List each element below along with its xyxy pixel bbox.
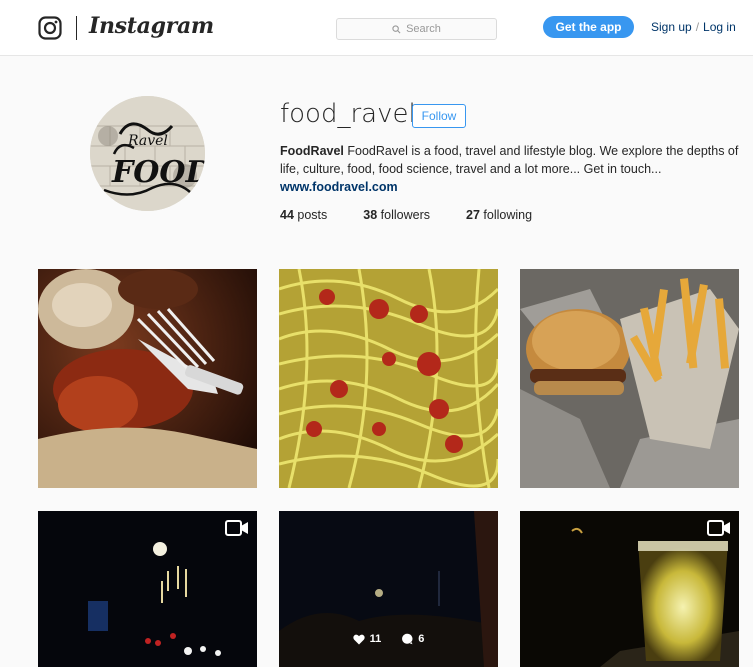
posts-count: 44 xyxy=(280,208,294,222)
video-camera-icon xyxy=(225,520,248,536)
profile-bio: FoodRavel FoodRavel is a food, travel an… xyxy=(280,142,740,196)
profile-website-link[interactable]: www.foodravel.com xyxy=(280,178,740,196)
post-tile-noodles[interactable] xyxy=(279,269,498,488)
stat-posts: 44 posts xyxy=(280,208,327,222)
auth-links: Sign up / Log in xyxy=(651,20,736,34)
heart-icon xyxy=(352,634,365,644)
profile-stats: 44 posts 38 followers 27 following xyxy=(280,208,568,222)
following-label: following xyxy=(483,208,533,222)
foodravel-logo: Ravel FOOD xyxy=(90,96,205,211)
profile-username: food_ravel xyxy=(280,99,416,129)
post-tile-beer-glass[interactable] xyxy=(520,511,739,667)
profile-full-name: FoodRavel xyxy=(280,144,344,158)
followers-count: 38 xyxy=(363,208,378,222)
posts-label: posts xyxy=(297,208,328,222)
get-the-app-button[interactable]: Get the app xyxy=(543,16,634,38)
top-nav: Instagram Search Get the app Sign up / Log… xyxy=(0,0,753,56)
likes-stat: 11 xyxy=(352,633,382,645)
comments-stat: 6 xyxy=(401,633,424,645)
post-tile-night-street-lights[interactable] xyxy=(38,511,257,667)
post-tile-dumpling-with-fork[interactable] xyxy=(38,269,257,488)
stat-followers[interactable]: 38 followers xyxy=(363,208,430,222)
profile-bio-text: FoodRavel is a food, travel and lifestyl… xyxy=(280,144,739,176)
burger-photo xyxy=(520,269,739,488)
comments-count: 6 xyxy=(418,633,425,645)
comment-icon xyxy=(402,633,413,645)
following-count: 27 xyxy=(466,208,480,222)
nav-divider xyxy=(76,16,77,40)
log-in-link[interactable]: Log in xyxy=(703,20,736,34)
stat-following[interactable]: 27 following xyxy=(466,208,532,222)
instagram-glyph-icon[interactable] xyxy=(38,16,62,40)
followers-label: followers xyxy=(380,208,430,222)
svg-text:Ravel: Ravel xyxy=(127,133,168,149)
instagram-wordmark[interactable]: Instagram xyxy=(89,13,214,39)
likes-count: 11 xyxy=(369,633,382,645)
post-tile-burger-and-fries[interactable] xyxy=(520,269,739,488)
search-icon xyxy=(392,24,401,33)
post-tile-night-sky[interactable]: 11 6 xyxy=(279,511,498,667)
search-input[interactable]: Search xyxy=(336,18,497,40)
search-placeholder: Search xyxy=(406,23,441,35)
post-hover-overlay: 11 6 xyxy=(279,511,498,667)
dumpling-photo xyxy=(38,269,257,488)
follow-button[interactable]: Follow xyxy=(412,104,466,128)
avatar[interactable]: Ravel FOOD xyxy=(90,96,205,211)
auth-separator: / xyxy=(695,20,700,34)
sign-up-link[interactable]: Sign up xyxy=(651,20,692,34)
noodles-photo xyxy=(279,269,498,488)
video-camera-icon xyxy=(707,520,730,536)
